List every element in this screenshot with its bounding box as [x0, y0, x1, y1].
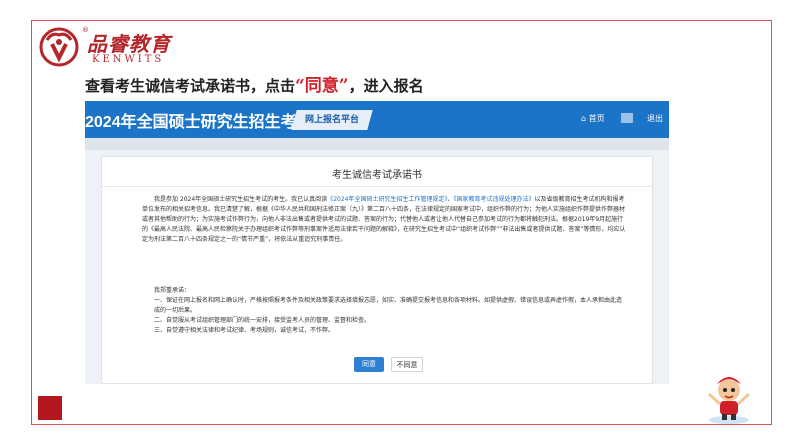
instruction-after: ，进入报名 [348, 77, 424, 95]
mascot-icon [707, 377, 751, 424]
brand-emblem-icon [39, 27, 79, 67]
nav-home-link[interactable]: ⌂ 首页 [581, 113, 605, 124]
instruction-before: 查看考生诚信考试承诺书，点击 [85, 77, 296, 95]
brand-name-cn: 品睿教育 [87, 32, 171, 56]
nav-exit-link[interactable]: 退出 [647, 113, 663, 124]
platform-tag-label: 网上报名平台 [304, 115, 359, 125]
rules-link[interactable]: 《2024年全国硕士研究生招生工作管理规定》 [327, 196, 447, 203]
pledge-item: 三、自觉遵守相关法律和考试纪律、考场规则，诚信考试，不作弊。 [154, 327, 335, 334]
site-header: 2024年全国硕士研究生招生考试 网上报名平台 ⌂ 首页 退出 [85, 101, 669, 138]
instruction-quote: “同意” [295, 76, 349, 96]
platform-tag: 网上报名平台 [291, 110, 373, 130]
pledge-paragraph-1: 我是参加 2024年全国硕士研究生招生考试的考生。我已认真阅读《2024年全国硕… [142, 195, 626, 245]
instruction-heading: 查看考生诚信考试承诺书，点击“同意”，进入报名 [85, 71, 424, 96]
brand-logo: ® 品睿教育 KENWITS [38, 26, 198, 72]
sub-header-bar [85, 138, 669, 150]
agree-button[interactable]: 同意 [354, 357, 384, 372]
corner-decoration [38, 396, 62, 420]
violation-rules-link[interactable]: 《国家教育考试违规处理办法》 [453, 196, 534, 203]
pledge-intro: 我郑重承诺： [154, 287, 191, 294]
disagree-button[interactable]: 不同意 [391, 357, 423, 372]
pledge-paragraph-2: 我郑重承诺： 一、保证在网上报名和网上确认时，严格按照报考条件及相关政策要求选择… [142, 286, 626, 336]
pledge-item: 一、保证在网上报名和网上确认时，严格按照报考条件及相关政策要求选择填报志愿，如实… [154, 297, 623, 314]
brand-name-en: KENWITS [92, 54, 165, 65]
pledge-p1-rest: 以及省级教育招生考试机构和报考单位发布的相关招考信息。我已清楚了解，根据《中华人… [142, 196, 626, 243]
site-title: 2024年全国硕士研究生招生考试 [85, 114, 313, 131]
divider [102, 186, 652, 187]
home-icon: ⌂ [581, 114, 589, 123]
embedded-screenshot: 2024年全国硕士研究生招生考试 网上报名平台 ⌂ 首页 退出 考生诚信考试承诺… [85, 101, 669, 384]
pledge-p1-start: 我是参加 2024年全国硕士研究生招生考试的考生。我已认真阅读 [154, 196, 328, 203]
user-card-icon[interactable] [621, 113, 633, 123]
pledge-title: 考生诚信考试承诺书 [332, 170, 422, 181]
pledge-card: 考生诚信考试承诺书 我是参加 2024年全国硕士研究生招生考试的考生。我已认真阅… [101, 156, 653, 384]
nav-home-label: 首页 [588, 114, 605, 123]
pledge-item: 二、自觉服从考试组织管理部门的统一安排，接受监考人员的管理、监督和检查。 [154, 317, 371, 324]
